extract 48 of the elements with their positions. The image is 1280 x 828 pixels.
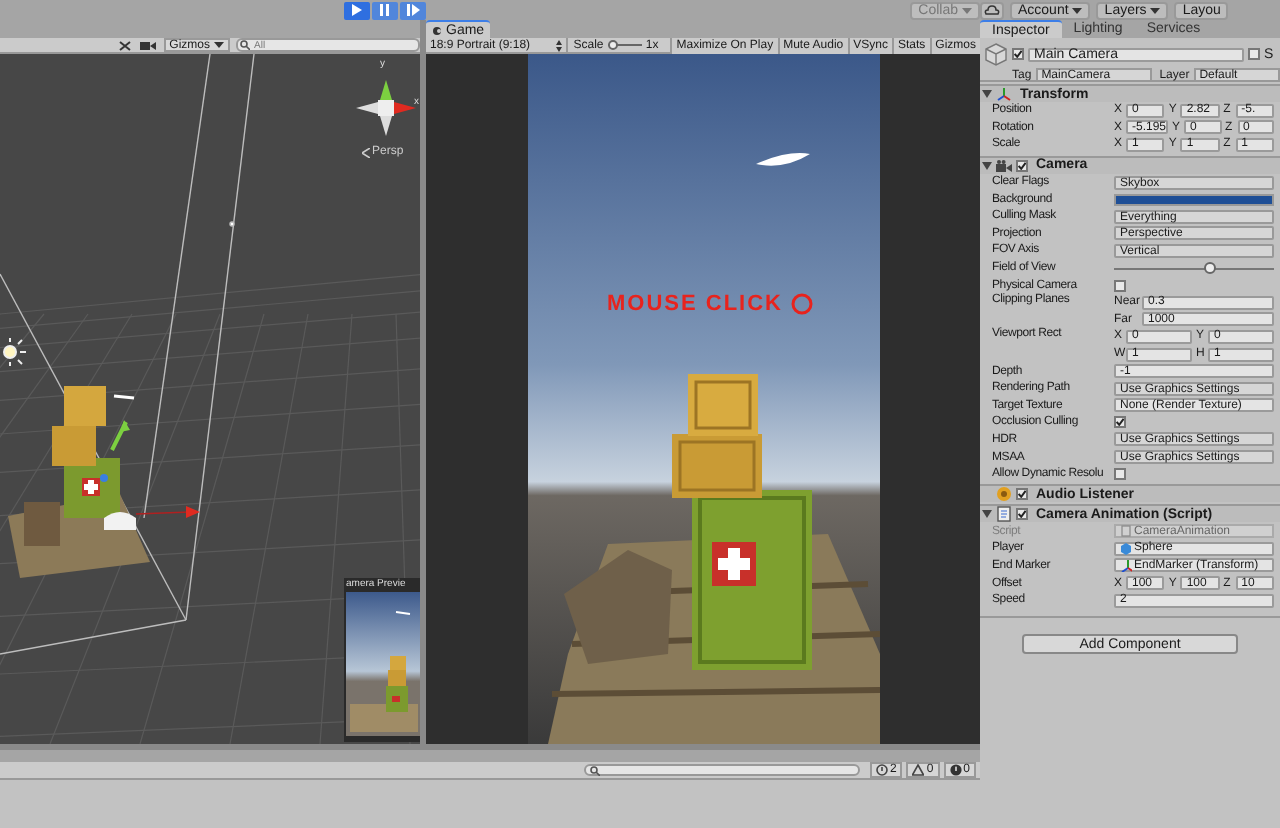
play-button[interactable] xyxy=(344,1,370,19)
axis-gizmo-drawing xyxy=(354,78,418,138)
crossed-tools-icon xyxy=(117,39,132,51)
pause-button[interactable] xyxy=(372,1,398,19)
caret-icon xyxy=(962,7,972,13)
axes-icon xyxy=(1120,558,1132,573)
checkbox[interactable] xyxy=(1012,48,1024,60)
checkbox[interactable] xyxy=(1114,468,1126,481)
video-camera-icon xyxy=(139,40,156,50)
checkbox[interactable] xyxy=(1016,488,1028,501)
step-icon xyxy=(406,2,420,18)
console-search-field[interactable] xyxy=(583,764,860,776)
axes-icon xyxy=(996,86,1012,102)
play-icon xyxy=(350,2,364,18)
tools-button[interactable] xyxy=(116,38,133,52)
caret-icon xyxy=(1150,7,1161,13)
checkbox[interactable] xyxy=(1114,416,1126,429)
checkbox[interactable] xyxy=(1016,159,1028,172)
camera-view-button[interactable] xyxy=(138,38,158,52)
left-chevron-icon xyxy=(362,147,370,157)
camera-icon xyxy=(996,157,1012,174)
pause-icon xyxy=(378,2,392,18)
caret-icon xyxy=(214,42,224,48)
mouse-click-text: MOUSE CLICK xyxy=(607,293,783,315)
checkbox[interactable] xyxy=(1016,508,1028,521)
light-icon xyxy=(0,338,28,366)
script-icon xyxy=(1120,524,1132,539)
caret-icon xyxy=(1072,7,1083,13)
cube-icon xyxy=(984,42,1008,66)
cube-icon xyxy=(1120,541,1132,556)
cloud-icon xyxy=(984,4,1000,16)
cloud-streak-drawing xyxy=(753,148,809,168)
error-icon xyxy=(949,764,962,776)
search-icon xyxy=(589,765,600,775)
speaker-icon xyxy=(996,486,1012,503)
slider-thumb[interactable] xyxy=(1204,261,1216,274)
script-icon xyxy=(996,506,1012,523)
color-swatch[interactable] xyxy=(1114,193,1274,206)
info-icon xyxy=(875,764,888,776)
checkbox[interactable] xyxy=(1248,48,1260,60)
slider-thumb[interactable] xyxy=(608,40,619,50)
up-down-arrows-icon xyxy=(555,39,562,51)
warning-icon xyxy=(912,764,925,776)
step-button[interactable] xyxy=(400,1,426,19)
checkbox[interactable] xyxy=(1114,279,1126,292)
circle-icon xyxy=(789,292,813,316)
search-icon xyxy=(240,39,250,49)
cloud-button[interactable] xyxy=(980,1,1004,19)
